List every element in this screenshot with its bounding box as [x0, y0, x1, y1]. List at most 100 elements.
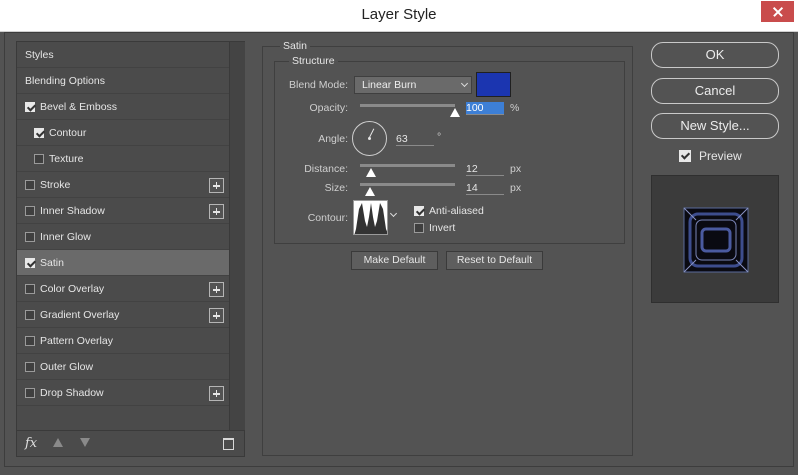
style-item-checkbox[interactable] [25, 309, 35, 320]
satin-title: Satin [280, 40, 310, 52]
style-item-label: Pattern Overlay [40, 334, 113, 347]
style-item-checkbox[interactable] [25, 231, 35, 242]
angle-label: Angle: [318, 133, 348, 145]
preview-thumbnail [683, 207, 749, 273]
structure-title: Structure [289, 55, 338, 67]
window-title: Layer Style [361, 6, 437, 23]
style-item-checkbox[interactable] [25, 283, 35, 294]
ok-button[interactable]: OK [651, 42, 779, 68]
size-slider-handle[interactable] [364, 187, 375, 196]
preview-checkbox[interactable] [679, 150, 691, 162]
opacity-label: Opacity: [309, 102, 348, 114]
style-item-inner-shadow[interactable]: Inner Shadow [17, 198, 229, 224]
opacity-slider-handle[interactable] [450, 108, 460, 117]
size-label: Size: [324, 182, 348, 194]
style-item-checkbox[interactable] [34, 127, 44, 138]
reset-to-default-button[interactable]: Reset to Default [446, 251, 543, 270]
size-input[interactable]: 14 [466, 182, 504, 195]
plus-icon[interactable] [209, 204, 224, 219]
invert-label: Invert [429, 222, 456, 234]
styles-toolbar: fx [17, 430, 244, 457]
style-item-label: Styles [25, 48, 54, 61]
style-item-gradient-overlay[interactable]: Gradient Overlay [17, 302, 229, 328]
style-item-label: Inner Glow [40, 230, 91, 243]
style-item-blending-options[interactable]: Blending Options [17, 68, 229, 94]
style-item-label: Texture [49, 152, 84, 165]
distance-slider-handle[interactable] [366, 168, 377, 177]
fx-icon[interactable]: fx [25, 436, 37, 451]
angle-dial[interactable] [352, 121, 387, 156]
anti-aliased-option[interactable]: Anti-aliased [414, 205, 484, 217]
style-item-texture[interactable]: Texture [17, 146, 229, 172]
styles-panel: Styles Blending Options Bevel & Emboss Cont… [16, 41, 245, 457]
trash-icon[interactable] [223, 438, 234, 450]
style-item-bevel-emboss[interactable]: Bevel & Emboss [17, 94, 229, 120]
style-item-label: Blending Options [25, 74, 105, 87]
plus-icon[interactable] [209, 386, 224, 401]
plus-icon[interactable] [209, 282, 224, 297]
style-item-label: Gradient Overlay [40, 308, 120, 321]
style-item-inner-glow[interactable]: Inner Glow [17, 224, 229, 250]
style-item-label: Inner Shadow [40, 204, 105, 217]
style-item-stroke[interactable]: Stroke [17, 172, 229, 198]
distance-unit: px [510, 163, 522, 175]
new-style-button[interactable]: New Style... [651, 113, 779, 139]
style-item-label: Satin [40, 256, 64, 269]
invert-checkbox[interactable] [414, 223, 424, 233]
plus-icon[interactable] [209, 308, 224, 323]
chevron-down-icon [460, 79, 469, 88]
opacity-unit: % [510, 102, 520, 114]
style-item-checkbox[interactable] [25, 179, 35, 190]
style-item-color-overlay[interactable]: Color Overlay [17, 276, 229, 302]
styles-list: Styles Blending Options Bevel & Emboss Cont… [17, 42, 245, 406]
style-item-outer-glow[interactable]: Outer Glow [17, 354, 229, 380]
preview-label: Preview [699, 149, 742, 163]
style-item-contour[interactable]: Contour [17, 120, 229, 146]
distance-input[interactable]: 12 [466, 163, 504, 176]
style-item-checkbox[interactable] [25, 101, 35, 112]
preview-option[interactable]: Preview [679, 149, 742, 163]
distance-label: Distance: [304, 163, 348, 175]
angle-unit: ° [437, 131, 442, 143]
style-item-label: Stroke [40, 178, 71, 191]
style-item-label: Outer Glow [40, 360, 94, 373]
style-item-styles[interactable]: Styles [17, 42, 229, 68]
styles-scrollbar[interactable] [229, 42, 245, 430]
invert-option[interactable]: Invert [414, 222, 455, 234]
style-item-checkbox[interactable] [34, 153, 44, 164]
cancel-button[interactable]: Cancel [651, 78, 779, 104]
move-up-icon[interactable] [53, 438, 63, 447]
anti-aliased-label: Anti-aliased [429, 205, 484, 217]
style-item-checkbox[interactable] [25, 205, 35, 216]
angle-input[interactable]: 63 [396, 133, 434, 146]
opacity-slider[interactable] [360, 104, 455, 107]
close-button[interactable] [761, 1, 794, 22]
opacity-input[interactable]: 100 [466, 102, 504, 115]
size-slider[interactable] [360, 183, 455, 186]
blend-mode-label: Blend Mode: [289, 79, 348, 91]
style-item-pattern-overlay[interactable]: Pattern Overlay [17, 328, 229, 354]
blend-mode-value: Linear Burn [362, 79, 417, 91]
style-item-satin[interactable]: Satin [17, 250, 245, 276]
style-preview [651, 175, 779, 303]
contour-curve-icon [354, 203, 387, 234]
style-item-label: Color Overlay [40, 282, 105, 295]
style-item-checkbox[interactable] [25, 335, 35, 346]
angle-center-dot [368, 137, 371, 140]
style-item-label: Contour [49, 126, 87, 139]
style-item-checkbox[interactable] [25, 257, 35, 268]
style-item-checkbox[interactable] [25, 361, 35, 372]
make-default-button[interactable]: Make Default [351, 251, 438, 270]
move-down-icon[interactable] [80, 438, 90, 447]
title-bar: Layer Style [0, 0, 798, 32]
distance-slider[interactable] [360, 164, 455, 167]
size-unit: px [510, 182, 522, 194]
style-item-checkbox[interactable] [25, 387, 35, 398]
blend-mode-select[interactable]: Linear Burn [354, 76, 472, 94]
contour-preview[interactable] [353, 200, 388, 235]
style-item-drop-shadow[interactable]: Drop Shadow [17, 380, 229, 406]
anti-aliased-checkbox[interactable] [414, 206, 424, 216]
plus-icon[interactable] [209, 178, 224, 193]
color-swatch[interactable] [476, 72, 511, 97]
style-item-label: Bevel & Emboss [40, 100, 118, 113]
